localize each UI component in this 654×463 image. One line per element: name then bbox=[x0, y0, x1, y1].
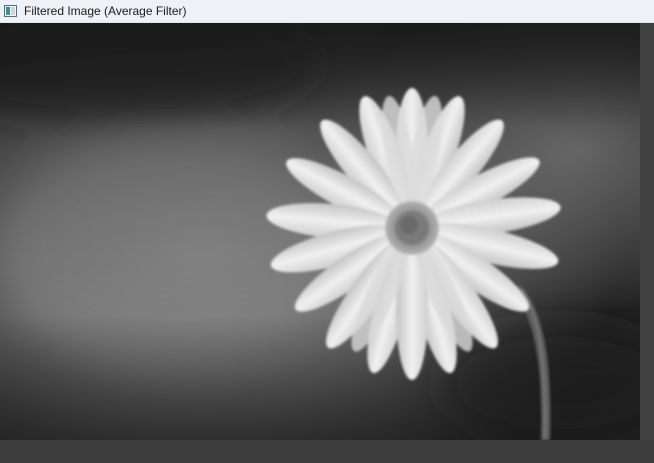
image-canvas-area bbox=[0, 23, 654, 463]
window-bottom-edge bbox=[0, 440, 654, 463]
filtered-image[interactable] bbox=[0, 23, 640, 440]
image-window: Filtered Image (Average Filter) bbox=[0, 0, 654, 463]
title-bar[interactable]: Filtered Image (Average Filter) bbox=[0, 0, 654, 23]
daisy-photo bbox=[0, 23, 640, 440]
window-right-edge bbox=[640, 23, 654, 440]
window-app-icon bbox=[4, 5, 17, 17]
window-title: Filtered Image (Average Filter) bbox=[24, 4, 187, 18]
